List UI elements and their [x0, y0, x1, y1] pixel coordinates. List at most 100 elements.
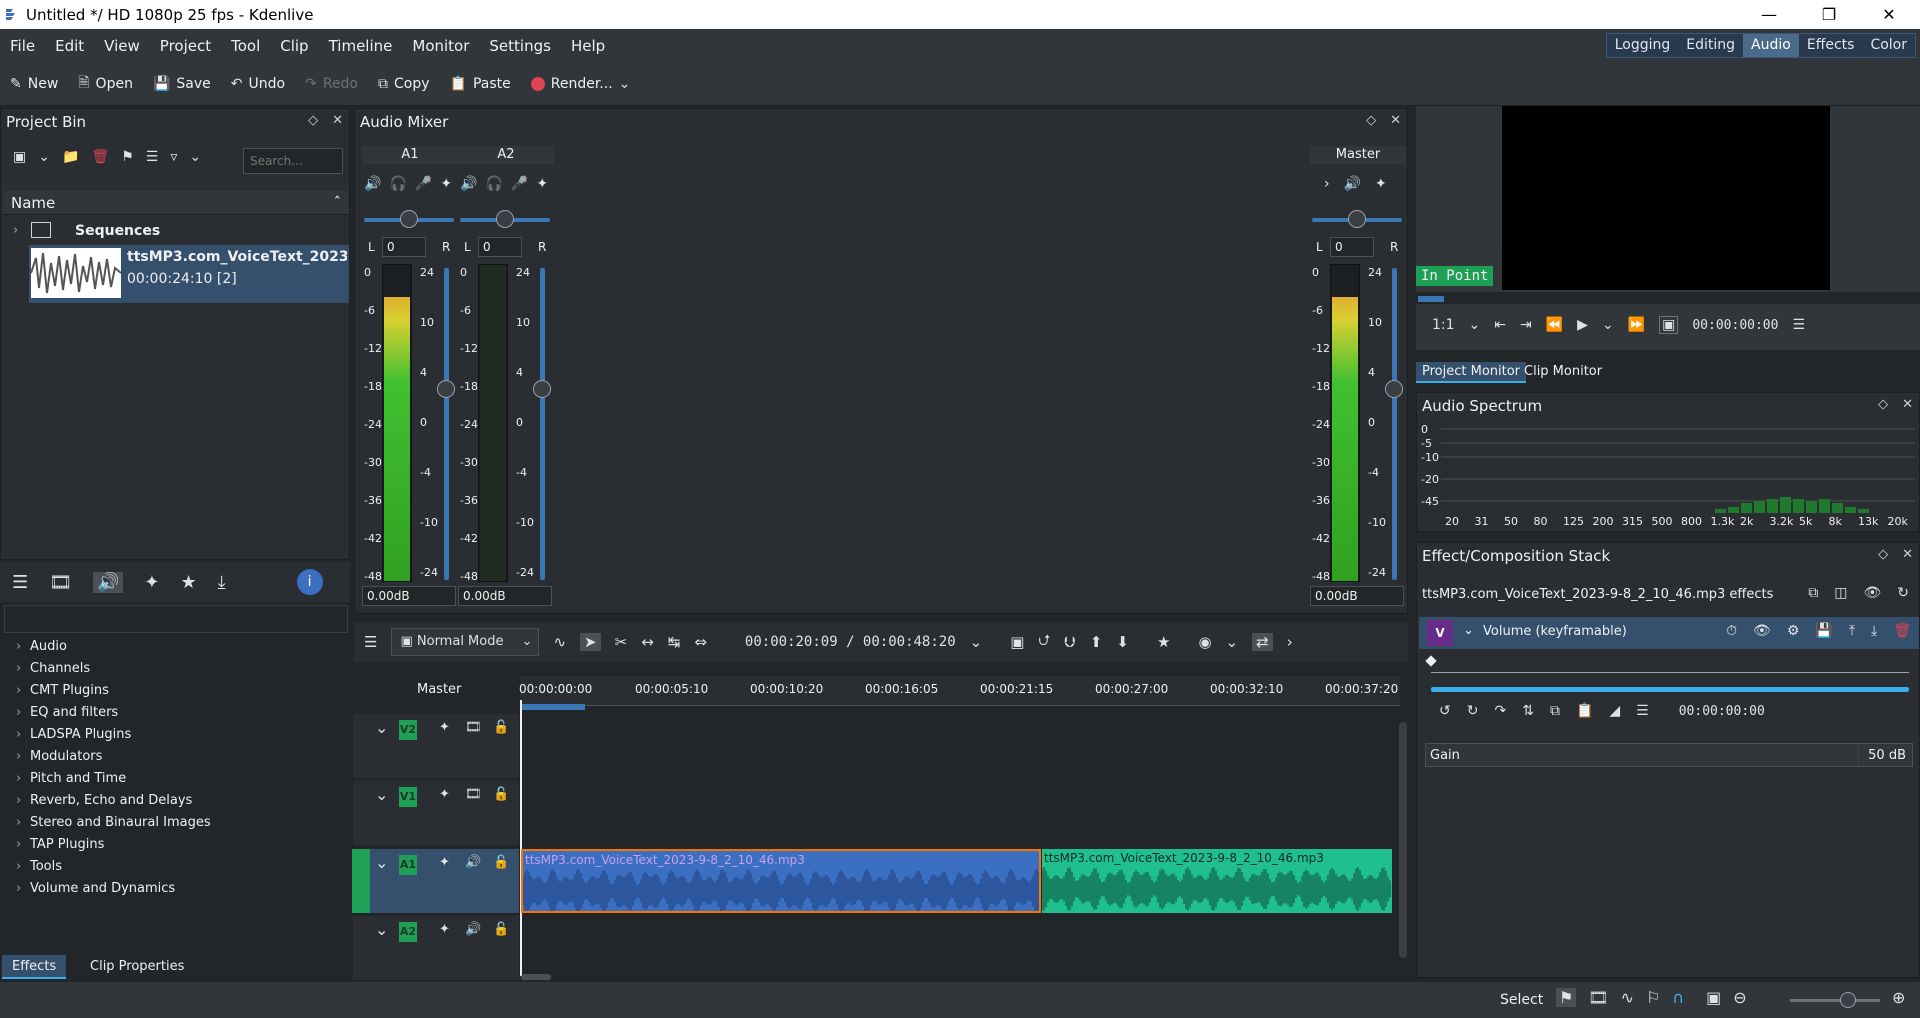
track-effects-icon[interactable]: ✦	[439, 720, 450, 735]
favorites-icon[interactable]: ★	[181, 572, 197, 593]
float-icon[interactable]: ◇	[1878, 547, 1888, 562]
zoom-out-icon[interactable]: ⊖	[1733, 988, 1746, 1007]
extract-icon[interactable]: ⬇	[1116, 633, 1129, 651]
timeline-zone[interactable]	[521, 704, 585, 710]
zone-icon[interactable]: ▣	[1010, 633, 1024, 651]
render-button[interactable]: Render... ⌄	[521, 76, 641, 92]
chevron-down-icon[interactable]: ⌄	[375, 785, 388, 804]
save-button[interactable]: 💾 Save	[143, 76, 221, 92]
tab-clip-properties[interactable]: Clip Properties	[80, 955, 194, 979]
chevron-down-icon[interactable]: ⌄	[619, 76, 631, 92]
track-tag[interactable]: V2	[399, 720, 417, 740]
lock-icon[interactable]: 🔓	[493, 922, 509, 937]
menu-icon[interactable]: ☰	[1636, 703, 1649, 719]
lock-icon[interactable]: 🔓	[493, 855, 509, 870]
menu-project[interactable]: Project	[150, 37, 221, 55]
record-mic-icon[interactable]: 🎤	[415, 176, 432, 192]
zoom-in-icon[interactable]: ⊕	[1892, 988, 1905, 1007]
track-tag[interactable]: A2	[399, 922, 417, 942]
category-reverb[interactable]: Reverb, Echo and Delays	[16, 793, 192, 808]
zoom-slider-handle[interactable]	[1840, 992, 1856, 1008]
snap-icon[interactable]: ∩	[1672, 988, 1684, 1007]
play-icon[interactable]: ▶	[1577, 317, 1588, 333]
effects-wand-icon[interactable]: ✦	[536, 176, 548, 192]
tab-project-monitor[interactable]: Project Monitor	[1416, 362, 1527, 383]
track-settings-icon[interactable]: ☰	[364, 633, 377, 651]
reset-icon[interactable]: ↻	[1897, 585, 1909, 601]
edit-mode-select[interactable]: ▣ Normal Mode ⌄	[391, 628, 540, 656]
track-tag[interactable]: V1	[399, 787, 417, 807]
overwrite-icon[interactable]: ⮋	[1064, 633, 1075, 651]
close-icon[interactable]: ✕	[332, 113, 343, 128]
category-audio[interactable]: Audio	[16, 639, 67, 654]
playhead[interactable]	[520, 700, 522, 976]
balance-knob[interactable]	[400, 210, 418, 228]
gain-bar[interactable]	[1858, 744, 1859, 766]
tag-icon[interactable]: ⚑	[1556, 988, 1577, 1007]
select-tool-icon[interactable]: ➤	[580, 633, 601, 651]
chevron-down-icon[interactable]: ⌄	[375, 920, 388, 939]
multitrack-icon[interactable]: ∿	[553, 633, 566, 651]
audio-thumb-icon[interactable]: ∿	[1621, 988, 1634, 1007]
redo-button[interactable]: ↷ Redo	[295, 76, 368, 92]
minimize-icon[interactable]: —	[1746, 0, 1792, 29]
effect-item[interactable]: V ⌄ Volume (keyframable) ⏱ 👁 ⚙ 💾 ⤒ ⤓ 🗑	[1419, 617, 1919, 649]
track-effects-icon[interactable]: ✦	[439, 787, 450, 802]
menu-settings[interactable]: Settings	[479, 37, 561, 55]
chevron-down-icon[interactable]: ⌄	[38, 149, 50, 165]
balance-slider[interactable]	[1312, 210, 1402, 228]
lift-icon[interactable]: ⬆	[1090, 633, 1103, 651]
add-clip-icon[interactable]: ▣	[13, 149, 26, 165]
set-out-icon[interactable]: ⇥	[1520, 317, 1532, 333]
timeline-vscroll[interactable]	[1399, 722, 1407, 958]
record-mic-icon[interactable]: 🎤	[511, 176, 528, 192]
delete-icon[interactable]: 🗑	[91, 149, 109, 165]
effects-wand-icon[interactable]: ✦	[1375, 176, 1387, 192]
chevron-down-icon[interactable]: ⌄	[1226, 633, 1239, 651]
balance-knob[interactable]	[1348, 210, 1366, 228]
folder-icon[interactable]: 📁	[62, 149, 79, 165]
mute-icon[interactable]: 🔊	[460, 176, 477, 192]
menu-clip[interactable]: Clip	[270, 37, 318, 55]
monitor-timecode[interactable]: 00:00:00:00	[1692, 318, 1778, 333]
keyframe-icon[interactable]: ⏱	[1726, 623, 1737, 639]
category-stereo[interactable]: Stereo and Binaural Images	[16, 815, 211, 830]
save-icon[interactable]: 💾	[1815, 623, 1832, 639]
expand-icon[interactable]: ›	[1287, 633, 1293, 651]
solo-headphones-icon[interactable]: 🎧	[389, 176, 406, 192]
move-up-icon[interactable]: ⤒	[1849, 623, 1855, 639]
keyframe-timecode[interactable]: 00:00:00:00	[1679, 704, 1765, 719]
menu-icon[interactable]: ☰	[1792, 317, 1805, 333]
timeline-hscroll[interactable]	[521, 974, 551, 980]
track-mute-icon[interactable]: 🔊	[465, 922, 481, 937]
solo-headphones-icon[interactable]: 🎧	[485, 176, 502, 192]
lock-icon[interactable]: 🔓	[493, 720, 509, 735]
track-hide-icon[interactable]: 🎞	[465, 787, 482, 802]
timeline-position[interactable]: 00:00:20:09 / 00:00:48:20	[745, 634, 956, 650]
spacer-icon[interactable]: ↔	[641, 633, 654, 651]
zoom-slider[interactable]	[1790, 992, 1880, 1008]
align-icon[interactable]: ⇅	[1522, 703, 1534, 719]
lock-icon[interactable]: 🔓	[493, 787, 509, 802]
download-icon[interactable]: ⤓	[218, 572, 226, 593]
balance-knob[interactable]	[496, 210, 514, 228]
fit-zoom-icon[interactable]: ▣	[1706, 988, 1721, 1007]
open-button[interactable]: 🗎 Open	[68, 72, 143, 96]
expand-icon[interactable]: ›	[1324, 176, 1330, 192]
category-tap-plugins[interactable]: TAP Plugins	[16, 837, 104, 852]
copy-button[interactable]: ⧉ Copy	[368, 76, 440, 92]
slip-icon[interactable]: ⇔	[694, 633, 707, 651]
bin-search-input[interactable]	[243, 148, 343, 174]
maximize-icon[interactable]: ❐	[1806, 0, 1852, 29]
set-in-icon[interactable]: ⇤	[1494, 317, 1506, 333]
previous-keyframe-icon[interactable]: ↺	[1439, 703, 1451, 719]
move-down-icon[interactable]: ⤓	[1871, 623, 1877, 639]
keyframe-track[interactable]	[1431, 687, 1909, 692]
track-hide-icon[interactable]: 🎞	[465, 720, 482, 735]
monitor-ruler[interactable]	[1416, 292, 1920, 304]
markers-icon[interactable]: ⚐	[1646, 988, 1660, 1007]
audio-effects-icon[interactable]: 🔊	[93, 571, 124, 593]
volume-spinbox[interactable]: 0.00dB	[362, 586, 456, 606]
effects-wand-icon[interactable]: ✦	[440, 176, 452, 192]
clip-row[interactable]: ttsMP3.com_VoiceText_2023-9- 00:00:24:10…	[29, 245, 349, 303]
